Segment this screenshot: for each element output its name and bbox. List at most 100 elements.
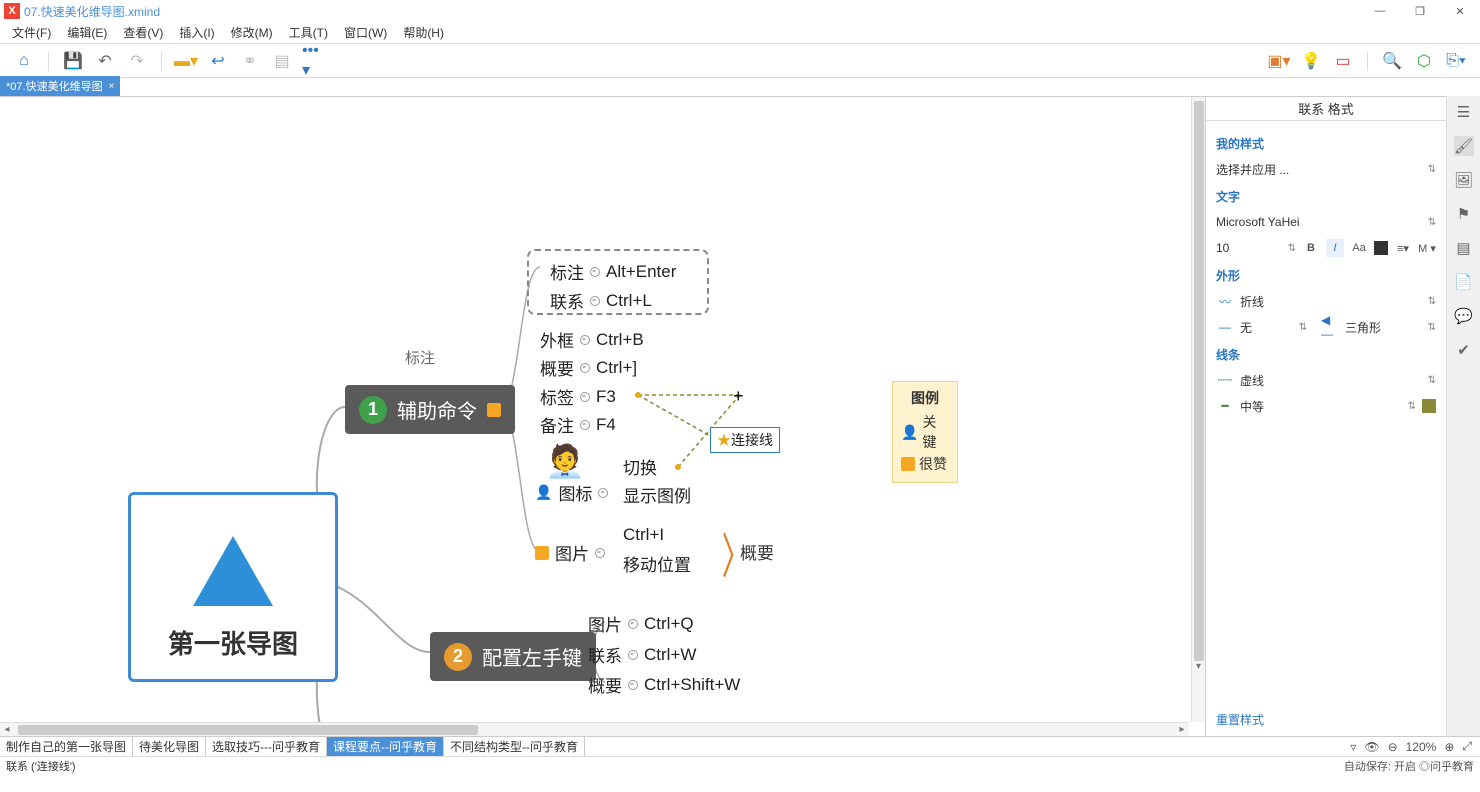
expand-icon[interactable]: [580, 335, 590, 345]
align-button[interactable]: ≡▾: [1394, 239, 1412, 257]
expand-icon[interactable]: [628, 650, 638, 660]
menu-modify[interactable]: 修改(M): [223, 24, 281, 41]
sheet-tab-2[interactable]: 待美化导图: [133, 737, 206, 756]
chevron-down-icon[interactable]: ⇅: [1428, 322, 1436, 333]
folder-icon[interactable]: ▬▾: [174, 49, 198, 73]
italic-button[interactable]: I: [1326, 239, 1344, 257]
leaf-lianxi[interactable]: 联系Ctrl+L: [550, 288, 652, 313]
search-icon[interactable]: 🔍: [1380, 49, 1404, 73]
leaf-tubiao[interactable]: 👤图标: [535, 480, 608, 505]
expand-icon[interactable]: [590, 296, 600, 306]
expand-icon[interactable]: [598, 488, 608, 498]
image-icon[interactable]: 🖼: [1454, 170, 1474, 190]
bold-button[interactable]: B: [1302, 239, 1320, 257]
branch-2[interactable]: 2 配置左手键: [430, 632, 596, 681]
font-color-swatch[interactable]: [1374, 241, 1388, 255]
leaf-b2-lianxi[interactable]: 联系Ctrl+W: [588, 642, 696, 667]
callout-label[interactable]: 标注: [405, 347, 435, 368]
undo-icon[interactable]: ↶: [93, 49, 117, 73]
sheet-tab-3[interactable]: 选取技巧---问乎教育: [206, 737, 327, 756]
manual-button[interactable]: M ▾: [1418, 239, 1436, 257]
close-button[interactable]: ✕: [1440, 0, 1480, 22]
menu-edit[interactable]: 编辑(E): [59, 24, 115, 41]
arrow-start-select[interactable]: 无: [1240, 319, 1252, 336]
fit-button[interactable]: ⤢: [1462, 739, 1472, 754]
shape-style-select[interactable]: 〰折线⇅: [1216, 288, 1436, 314]
clipboard-icon[interactable]: ▤: [1454, 238, 1474, 258]
expand-icon[interactable]: [580, 363, 590, 373]
menu-insert[interactable]: 插入(I): [171, 24, 222, 41]
sheet-tab-5[interactable]: 不同结构类型--问乎教育: [444, 737, 585, 756]
leaf-gaiyao[interactable]: 概要Ctrl+]: [540, 355, 637, 380]
leaf-biaozhu[interactable]: 标注Alt+Enter: [550, 259, 676, 284]
notes-icon[interactable]: 📄: [1454, 272, 1474, 292]
menu-help[interactable]: 帮助(H): [395, 24, 452, 41]
document-tab[interactable]: *07.快速美化维导图 ×: [0, 76, 120, 96]
expand-icon[interactable]: [628, 680, 638, 690]
menu-view[interactable]: 查看(V): [115, 24, 171, 41]
share-icon[interactable]: ⬡: [1412, 49, 1436, 73]
expand-icon[interactable]: [628, 619, 638, 629]
outline-icon[interactable]: ☰: [1454, 102, 1474, 122]
redo-icon[interactable]: ↷: [125, 49, 149, 73]
expand-icon[interactable]: [595, 548, 605, 558]
expand-icon[interactable]: [580, 420, 590, 430]
expand-icon[interactable]: [590, 267, 600, 277]
menu-file[interactable]: 文件(F): [4, 24, 59, 41]
zoom-level[interactable]: 120%: [1406, 740, 1437, 754]
link-icon[interactable]: ⚭: [238, 49, 262, 73]
font-select[interactable]: Microsoft YaHei⇅: [1216, 209, 1436, 235]
horizontal-scrollbar[interactable]: ◂▸: [0, 722, 1189, 736]
export-icon[interactable]: ⎘▾: [1444, 49, 1468, 73]
line-style-select[interactable]: ┄┄虚线⇅: [1216, 367, 1436, 393]
minimize-button[interactable]: —: [1360, 0, 1400, 22]
chevron-down-icon[interactable]: ⇅: [1288, 243, 1296, 254]
zoom-in-button[interactable]: ⊕: [1444, 740, 1454, 754]
sheet-tab-1[interactable]: 制作自己的第一张导图: [0, 737, 133, 756]
card-icon[interactable]: ▭: [1331, 49, 1355, 73]
mystyle-select[interactable]: 选择并应用 ...⇅: [1216, 156, 1436, 182]
revert-icon[interactable]: ↩: [206, 49, 230, 73]
maximize-button[interactable]: ❐: [1400, 0, 1440, 22]
leaf-waikuang[interactable]: 外框Ctrl+B: [540, 327, 644, 352]
line-color-swatch[interactable]: [1422, 399, 1436, 413]
branch-1[interactable]: 1 辅助命令: [345, 385, 515, 434]
leaf-b2-tupian[interactable]: 图片Ctrl+Q: [588, 611, 694, 636]
leaf-b2-gaiyao[interactable]: 概要Ctrl+Shift+W: [588, 672, 740, 697]
mindmap-canvas[interactable]: 第一张导图 标注 1 辅助命令 2 配置左手键 3 画布操作 标注Alt+Ent…: [0, 96, 1206, 736]
font-size-input[interactable]: 10: [1216, 241, 1256, 255]
chevron-down-icon[interactable]: ⇅: [1299, 322, 1307, 333]
leaf-biaoqian[interactable]: 标签F3: [540, 384, 616, 409]
legend-box[interactable]: 图例 👤关键 很赞: [892, 381, 958, 483]
leaf-tupian-sub1[interactable]: Ctrl+I: [623, 525, 664, 545]
home-icon[interactable]: ⌂: [12, 49, 36, 73]
menu-window[interactable]: 窗口(W): [336, 24, 395, 41]
root-topic[interactable]: 第一张导图: [128, 492, 338, 682]
zoom-out-button[interactable]: ⊖: [1388, 740, 1398, 754]
expand-icon[interactable]: [580, 392, 590, 402]
comments-icon[interactable]: 💬: [1454, 306, 1474, 326]
summary-label[interactable]: 概要: [740, 539, 774, 564]
vertical-scrollbar[interactable]: ▾: [1191, 97, 1205, 722]
leaf-tubiao-sub1[interactable]: 切换: [623, 454, 657, 479]
arrow-end-select[interactable]: 三角形: [1345, 319, 1381, 336]
leaf-tupian[interactable]: 图片: [535, 540, 605, 565]
line-weight-select[interactable]: ━中等⇅: [1216, 393, 1436, 419]
menu-tools[interactable]: 工具(T): [281, 24, 336, 41]
task-icon[interactable]: ✔: [1454, 340, 1474, 360]
present-icon[interactable]: ▣▾: [1267, 49, 1291, 73]
leaf-tupian-sub2[interactable]: 移动位置: [623, 551, 691, 576]
reset-style-link[interactable]: 重置样式: [1206, 703, 1446, 736]
filter-icon[interactable]: ▿: [1350, 740, 1356, 754]
sheet-tab-4[interactable]: 课程要点--问乎教育: [327, 737, 444, 756]
save-icon[interactable]: 💾: [61, 49, 85, 73]
leaf-tubiao-sub2[interactable]: 显示图例: [623, 482, 691, 507]
idea-icon[interactable]: 💡: [1299, 49, 1323, 73]
note-icon[interactable]: ▤: [270, 49, 294, 73]
relationship-label[interactable]: ★连接线: [710, 427, 780, 453]
more-icon[interactable]: ••• ▾: [302, 49, 326, 73]
document-tab-close[interactable]: ×: [109, 81, 115, 92]
case-button[interactable]: Aa: [1350, 239, 1368, 257]
leaf-beizhu[interactable]: 备注F4: [540, 412, 616, 437]
flag-icon[interactable]: ⚑: [1454, 204, 1474, 224]
